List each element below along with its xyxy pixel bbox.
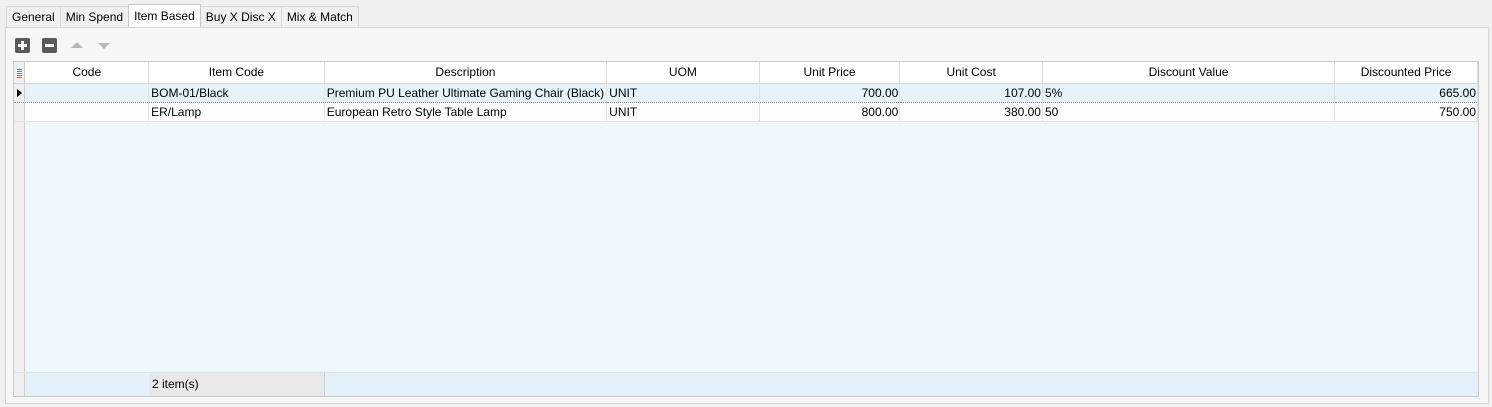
cell-uom[interactable]: UNIT	[606, 102, 760, 122]
footer-indicator	[14, 373, 25, 396]
grid-footer: 2 item(s)	[14, 372, 1478, 396]
table-row[interactable]: BOM-01/Black Premium PU Leather Ultimate…	[14, 82, 1478, 103]
cell-code[interactable]	[24, 82, 150, 103]
item-grid[interactable]: Code Item Code Description UOM Unit Pric…	[13, 61, 1479, 397]
cell-discount-value[interactable]: 5%	[1042, 82, 1336, 103]
table-row[interactable]: ER/Lamp European Retro Style Table Lamp …	[14, 102, 1478, 122]
cell-unit-cost[interactable]: 107.00	[899, 82, 1043, 103]
col-header-unit-price[interactable]: Unit Price	[759, 62, 901, 84]
cell-description[interactable]: Premium PU Leather Ultimate Gaming Chair…	[324, 82, 608, 103]
row-indicator[interactable]	[14, 82, 26, 103]
item-based-panel: Code Item Code Description UOM Unit Pric…	[5, 27, 1489, 404]
cell-item-code[interactable]: BOM-01/Black	[148, 82, 325, 103]
remove-row-button[interactable]	[42, 38, 57, 53]
item-table: Code Item Code Description UOM Unit Pric…	[14, 62, 1478, 122]
cell-discount-value[interactable]: 50	[1042, 102, 1336, 122]
tab-strip: General Min Spend Item Based Buy X Disc …	[6, 4, 359, 27]
tab-min-spend[interactable]: Min Spend	[59, 6, 130, 27]
cell-unit-price[interactable]: 700.00	[759, 82, 901, 103]
tab-buy-x-disc-x[interactable]: Buy X Disc X	[199, 6, 282, 27]
add-row-button[interactable]	[15, 38, 30, 53]
row-indicator[interactable]	[14, 102, 26, 122]
cell-description[interactable]: European Retro Style Table Lamp	[324, 102, 608, 122]
tab-general[interactable]: General	[6, 6, 61, 27]
col-header-unit-cost[interactable]: Unit Cost	[899, 62, 1043, 84]
col-header-item-code[interactable]: Item Code	[148, 62, 325, 84]
col-header-discounted-price[interactable]: Discounted Price	[1334, 62, 1478, 84]
cell-discounted-price[interactable]: 665.00	[1334, 82, 1478, 103]
tab-item-based[interactable]: Item Based	[128, 4, 201, 27]
move-down-button[interactable]	[96, 38, 111, 53]
tab-mix-and-match[interactable]: Mix & Match	[280, 6, 359, 27]
cell-unit-price[interactable]: 800.00	[759, 102, 901, 122]
col-header-code[interactable]: Code	[24, 62, 150, 84]
col-header-description[interactable]: Description	[324, 62, 608, 84]
col-header-uom[interactable]: UOM	[606, 62, 760, 84]
cell-item-code[interactable]: ER/Lamp	[148, 102, 325, 122]
cell-discounted-price[interactable]: 750.00	[1334, 102, 1478, 122]
col-header-discount-value[interactable]: Discount Value	[1042, 62, 1336, 84]
column-chooser[interactable]	[14, 62, 26, 84]
cell-uom[interactable]: UNIT	[606, 82, 760, 103]
cell-code[interactable]	[24, 102, 150, 122]
move-up-button[interactable]	[69, 38, 84, 53]
item-count-summary: 2 item(s)	[149, 373, 325, 396]
current-row-arrow-icon	[16, 88, 22, 97]
column-menu-icon	[16, 68, 22, 78]
cell-unit-cost[interactable]: 380.00	[899, 102, 1043, 122]
